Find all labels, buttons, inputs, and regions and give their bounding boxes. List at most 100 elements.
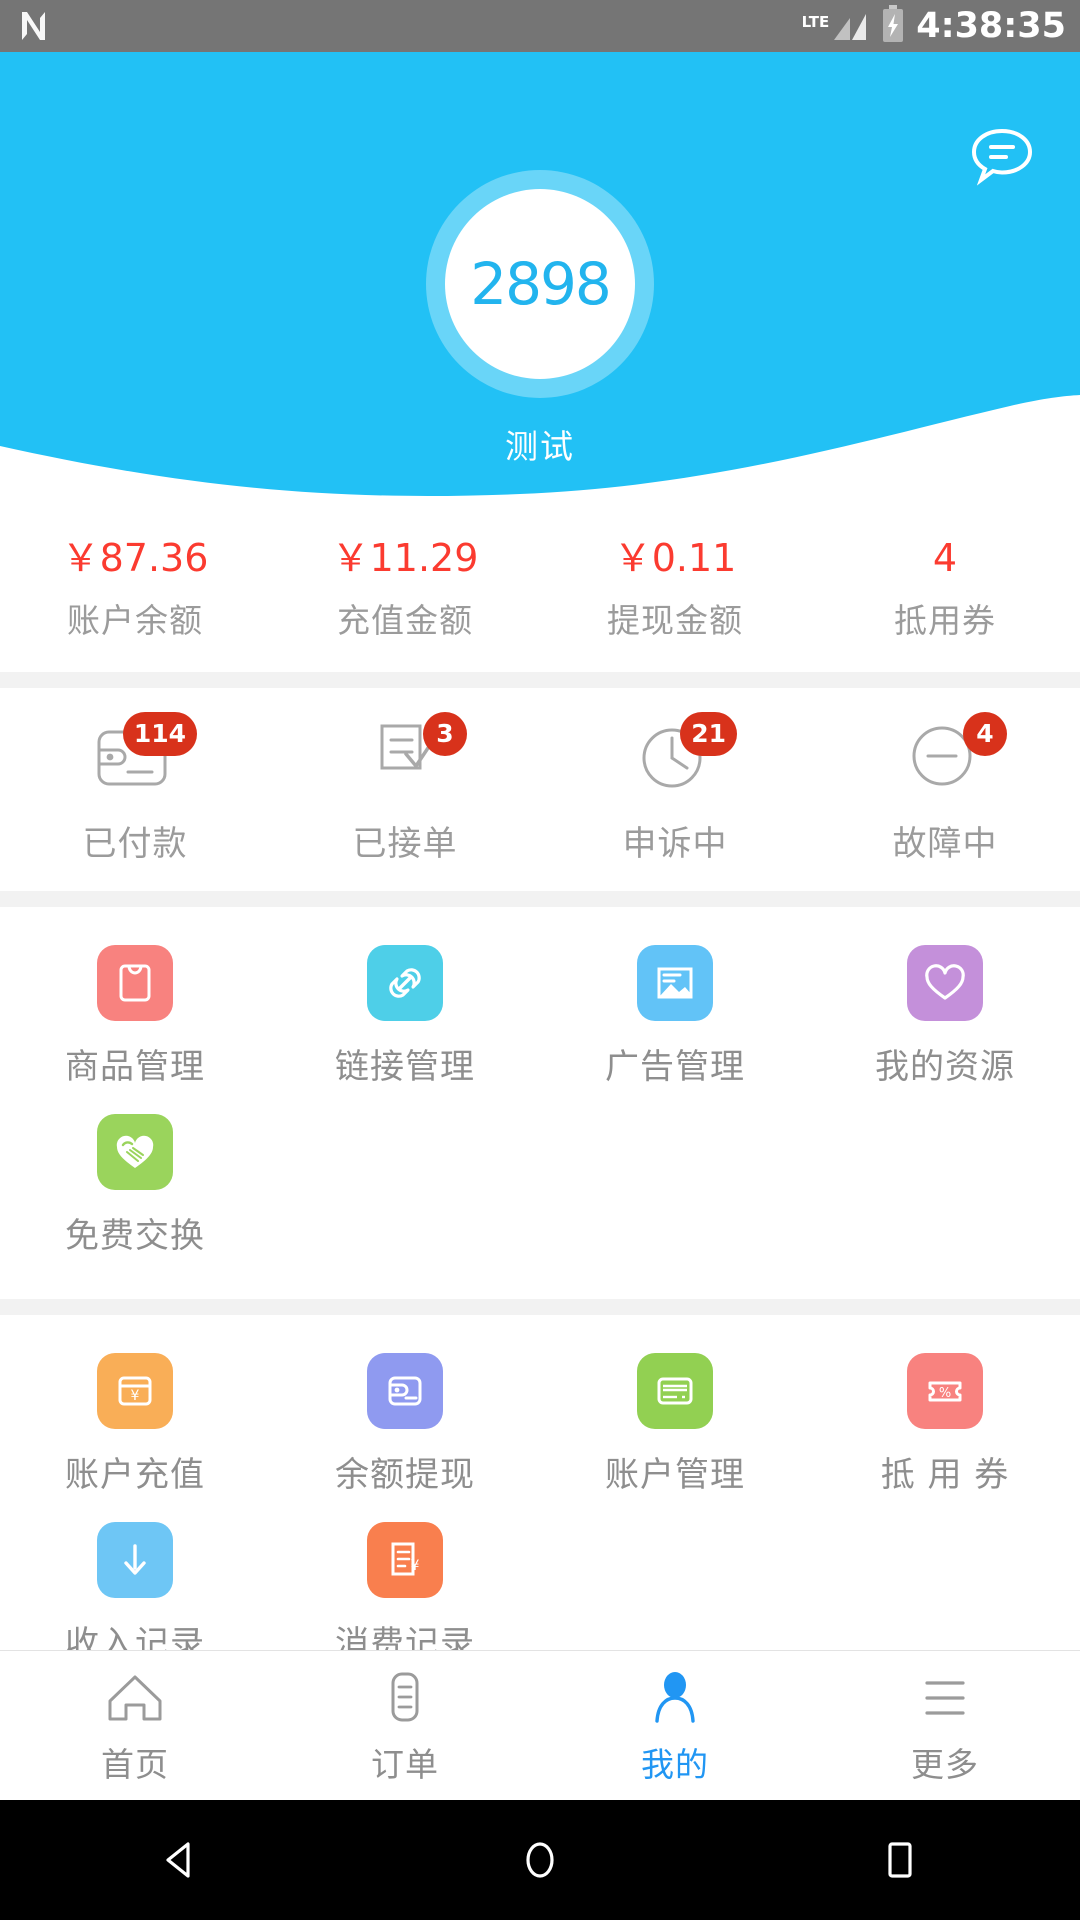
tile-placeholder (540, 1106, 810, 1275)
stat-label: 提现金额 (607, 600, 743, 640)
tab-label: 订单 (371, 1744, 439, 1784)
tile-expense-records[interactable]: ¥ 消费记录 (270, 1514, 540, 1650)
heart-icon (907, 944, 983, 1021)
tab-profile[interactable]: 我的 (540, 1651, 810, 1800)
svg-text:¥: ¥ (131, 1388, 140, 1404)
order-list-icon (369, 1666, 441, 1732)
shopping-bag-icon (97, 944, 173, 1021)
section-divider (0, 1298, 1080, 1315)
tile-my-resources[interactable]: 我的资源 (810, 937, 1080, 1106)
tile-ad-management[interactable]: 广告管理 (540, 937, 810, 1106)
status-bar-left (14, 6, 54, 46)
order-status-row: 114 已付款 3 已接单 21 申诉中 4 故障中 (0, 687, 1080, 891)
tile-placeholder (540, 1514, 810, 1650)
avatar: 2898 (445, 189, 635, 379)
tile-label: 抵 用 券 (880, 1454, 1010, 1495)
coupon-percent-icon: % (907, 1352, 983, 1429)
circle-home-icon[interactable] (495, 1815, 585, 1905)
tile-label: 广告管理 (605, 1046, 745, 1087)
account-stats-row: ￥87.36 账户余额 ￥11.29 充值金额 ￥0.11 提现金额 4 抵用券 (0, 504, 1080, 672)
order-status-label: 故障中 (892, 823, 998, 864)
stat-recharge-amount[interactable]: ￥11.29 充值金额 (270, 537, 540, 642)
tile-label: 商品管理 (65, 1046, 205, 1087)
tile-coupon[interactable]: % 抵 用 券 (810, 1345, 1080, 1514)
section-divider (0, 890, 1080, 907)
link-chain-icon (367, 944, 443, 1021)
arrow-down-icon (97, 1521, 173, 1598)
tile-label: 链接管理 (335, 1046, 475, 1087)
square-recents-icon[interactable] (855, 1815, 945, 1905)
tab-home[interactable]: 首页 (0, 1651, 270, 1800)
order-status-label: 申诉中 (622, 823, 728, 864)
triangle-back-icon[interactable] (135, 1815, 225, 1905)
tile-link-management[interactable]: 链接管理 (270, 937, 540, 1106)
tile-label: 收入记录 (65, 1623, 205, 1650)
stat-coupons[interactable]: 4 抵用券 (810, 536, 1080, 642)
network-type-label: LTE (801, 13, 830, 31)
battery-charging-icon (880, 4, 906, 48)
tile-income-records[interactable]: 收入记录 (0, 1514, 270, 1650)
tile-label: 消费记录 (335, 1623, 475, 1650)
order-status-label: 已付款 (82, 823, 188, 864)
order-status-fault[interactable]: 4 故障中 (810, 711, 1080, 865)
profile-header: 2898 测试 (0, 52, 1080, 504)
tile-account-recharge[interactable]: ¥ 账户充值 (0, 1345, 270, 1514)
status-bar-clock: 4:38:35 (916, 6, 1066, 46)
status-badge: 114 (122, 711, 197, 756)
stat-value: 4 (932, 536, 958, 580)
management-row-1: 商品管理 链接管理 广告管理 我的资源 (0, 937, 1080, 1106)
wallet-fill-icon (367, 1352, 443, 1429)
svg-text:¥: ¥ (411, 1558, 420, 1574)
clock-icon: 21 (627, 711, 737, 800)
tile-placeholder (270, 1106, 540, 1275)
status-badge: 21 (680, 711, 737, 756)
order-status-paid[interactable]: 114 已付款 (0, 711, 270, 865)
tile-label: 余额提现 (335, 1454, 475, 1495)
stat-withdraw-amount[interactable]: ￥0.11 提现金额 (540, 537, 810, 642)
handshake-heart-icon (97, 1113, 173, 1190)
home-icon (99, 1666, 171, 1732)
stat-label: 充值金额 (337, 600, 473, 640)
wallet-icon: 114 (87, 711, 197, 800)
tile-balance-withdraw[interactable]: 余额提现 (270, 1345, 540, 1514)
tile-label: 免费交换 (65, 1215, 205, 1256)
stat-label: 抵用券 (894, 600, 996, 640)
android-n-logo-icon (14, 6, 54, 46)
bottom-tab-bar: 首页 订单 我的 更多 (0, 1650, 1080, 1800)
tile-label: 账户充值 (65, 1454, 205, 1495)
circle-minus-icon: 4 (897, 711, 1007, 800)
tile-account-management[interactable]: 账户管理 (540, 1345, 810, 1514)
tile-placeholder (810, 1514, 1080, 1650)
image-picture-icon (637, 944, 713, 1021)
tile-placeholder (810, 1106, 1080, 1275)
tile-free-exchange[interactable]: 免费交换 (0, 1106, 270, 1275)
status-badge: 3 (423, 711, 467, 756)
stat-value: ￥87.36 (61, 536, 209, 580)
tile-product-management[interactable]: 商品管理 (0, 937, 270, 1106)
avatar-ring[interactable]: 2898 (426, 170, 654, 398)
tab-orders[interactable]: 订单 (270, 1651, 540, 1800)
chat-bubble-icon[interactable] (964, 116, 1040, 192)
scroll-content: ￥87.36 账户余额 ￥11.29 充值金额 ￥0.11 提现金额 4 抵用券 (0, 504, 1080, 1650)
status-bar: LTE 4:38:35 (0, 0, 1080, 52)
order-status-label: 已接单 (352, 823, 458, 864)
order-status-appealing[interactable]: 21 申诉中 (540, 711, 810, 865)
tab-label: 更多 (911, 1744, 979, 1784)
finance-section: ¥ 账户充值 余额提现 账户管理 % 抵 用 券 收入记录 ¥ 消费记录 (0, 1314, 1080, 1650)
signal-bars-icon (834, 14, 867, 40)
order-status-accepted[interactable]: 3 已接单 (270, 711, 540, 865)
management-section: 商品管理 链接管理 广告管理 我的资源 免费交换 (0, 906, 1080, 1299)
finance-row-2: 收入记录 ¥ 消费记录 (0, 1514, 1080, 1650)
tab-more[interactable]: 更多 (810, 1651, 1080, 1800)
stat-account-balance[interactable]: ￥87.36 账户余额 (0, 536, 270, 642)
stat-label: 账户余额 (67, 600, 203, 640)
tile-label: 我的资源 (875, 1046, 1015, 1087)
avatar-label: 2898 (470, 250, 612, 318)
receipt-yen-icon: ¥ (367, 1521, 443, 1598)
svg-text:%: % (939, 1386, 951, 1401)
lte-indicator: LTE (802, 6, 871, 46)
tile-label: 账户管理 (605, 1454, 745, 1495)
tab-label: 我的 (641, 1744, 709, 1784)
phone-screen: LTE 4:38:35 2898 测试 ￥87.36 账户余额 ￥11.29 充… (0, 0, 1080, 1920)
tab-label: 首页 (101, 1744, 169, 1784)
